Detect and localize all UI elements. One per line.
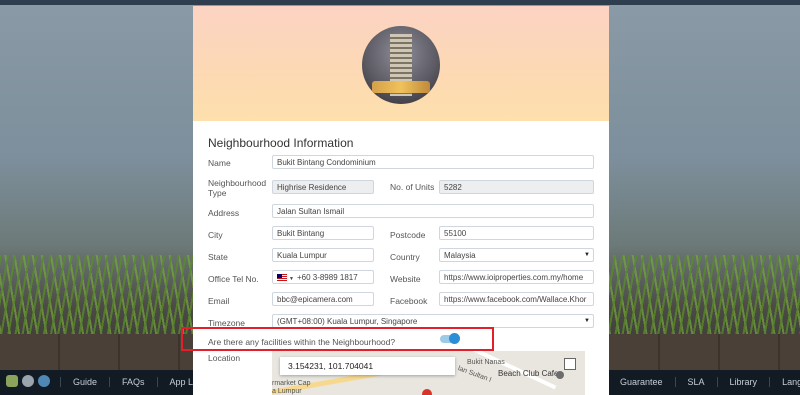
tel-field[interactable]: ▼ +60 3-8989 1817	[272, 270, 374, 284]
map-street-label: Bukit Nanas	[467, 359, 505, 366]
background-grass-left	[0, 255, 200, 335]
type-label-line2: Type	[208, 188, 227, 198]
footer-link-guide[interactable]: Guide	[60, 377, 109, 387]
location-label: Location	[208, 353, 241, 363]
footer-link-sla[interactable]: SLA	[674, 377, 717, 387]
footer-app-icons	[6, 375, 50, 387]
cafe-icon	[556, 371, 564, 379]
country-label: Country	[390, 252, 420, 262]
state-label: State	[208, 252, 228, 262]
state-field[interactable]: Kuala Lumpur	[272, 248, 374, 262]
tel-label: Office Tel No.	[208, 274, 259, 284]
website-field[interactable]: https://www.ioiproperties.com.my/home	[439, 270, 594, 284]
country-select[interactable]: Malaysia	[439, 248, 594, 262]
email-field[interactable]: bbc@epicamera.com	[272, 292, 374, 306]
footer-link-faqs[interactable]: FAQs	[109, 377, 157, 387]
fullscreen-icon[interactable]	[564, 358, 576, 370]
facebook-field[interactable]: https://www.facebook.com/Wallace.Khor	[439, 292, 594, 306]
name-field[interactable]: Bukit Bintang Condominium	[272, 155, 594, 169]
footer-link-library[interactable]: Library	[716, 377, 770, 387]
chevron-down-icon[interactable]: ▼	[289, 276, 294, 282]
map-street-label: a Lumpur	[272, 388, 302, 395]
background-grass-right	[600, 255, 800, 335]
city-field[interactable]: Bukit Bintang	[272, 226, 374, 240]
map-street-label: lan Sultan I	[456, 365, 493, 384]
footer-link-guarantee[interactable]: Guarantee	[607, 377, 675, 387]
postcode-field[interactable]: 55100	[439, 226, 594, 240]
address-label: Address	[208, 208, 240, 218]
map-place-label: Beach Club Cafe	[498, 369, 559, 378]
hero-banner	[193, 6, 609, 121]
building-avatar[interactable]	[362, 26, 440, 104]
tel-value: +60 3-8989 1817	[296, 273, 358, 282]
units-field: 5282	[439, 180, 594, 194]
footer-links-right: Guarantee SLA Library Language	[607, 377, 800, 387]
malaysia-flag-icon[interactable]	[277, 274, 287, 282]
apple-icon[interactable]	[22, 375, 34, 387]
section-title: Neighbourhood Information	[208, 136, 354, 150]
website-label: Website	[390, 274, 421, 284]
map-street-label: rmarket Cap	[272, 380, 311, 387]
postcode-label: Postcode	[390, 230, 426, 240]
footer-link-language[interactable]: Language	[769, 377, 800, 387]
type-field: Highrise Residence	[272, 180, 374, 194]
timezone-select[interactable]: (GMT+08:00) Kuala Lumpur, Singapore	[272, 314, 594, 328]
map-coordinates-popup: 3.154231, 101.704041	[280, 357, 455, 375]
address-field[interactable]: Jalan Sultan Ismail	[272, 204, 594, 218]
email-label: Email	[208, 296, 230, 306]
browser-icon[interactable]	[38, 375, 50, 387]
name-label: Name	[208, 158, 231, 168]
android-icon[interactable]	[6, 375, 18, 387]
type-label-line1: Neighbourhood	[208, 178, 267, 188]
city-label: City	[208, 230, 223, 240]
highlight-box	[181, 327, 494, 351]
type-label: Neighbourhood Type	[208, 178, 266, 198]
facebook-label: Facebook	[390, 296, 428, 306]
units-label: No. of Units	[390, 182, 435, 192]
location-map[interactable]: lan Sultan I Bukit Nanas rmarket Cap a L…	[272, 351, 585, 395]
map-pin-icon[interactable]	[422, 389, 432, 395]
lobby-lights-image	[372, 81, 430, 93]
top-bar	[0, 0, 800, 5]
